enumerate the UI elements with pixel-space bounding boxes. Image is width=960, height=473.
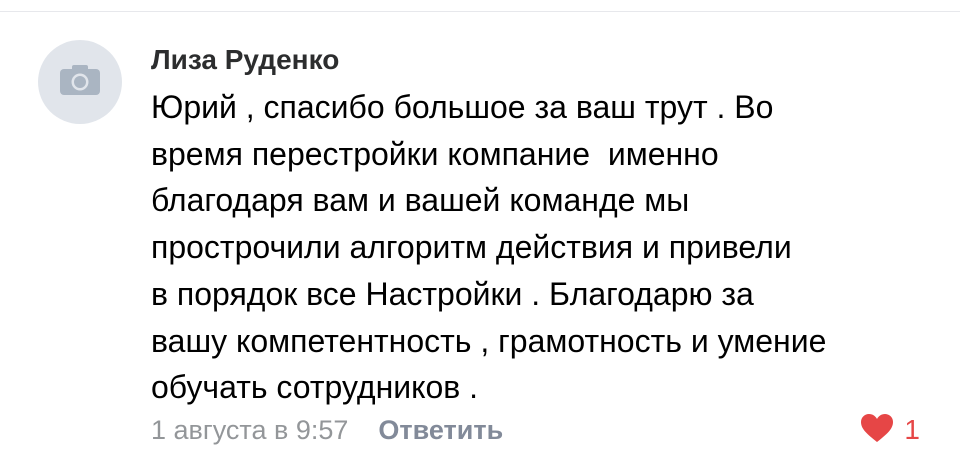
top-divider xyxy=(0,11,960,12)
comment-meta: 1 августа в 9:57 Ответить xyxy=(151,410,503,450)
avatar[interactable] xyxy=(38,40,122,124)
comment-line: Юрий , спасибо большое за ваш трут . Во xyxy=(151,89,774,125)
comment-line: время перестройки компание именно xyxy=(151,135,719,172)
comment-line: благодаря вам и вашей команде мы xyxy=(151,182,690,219)
like-button[interactable]: 1 xyxy=(860,410,920,450)
comment-author-name[interactable]: Лиза Руденко xyxy=(151,44,339,76)
heart-icon xyxy=(860,413,894,448)
comment-line: прострочили алгоритм действия и привели xyxy=(151,229,792,266)
comment-line: обучать сотрудников . xyxy=(151,369,479,406)
reply-button[interactable]: Ответить xyxy=(378,415,503,446)
comment-timestamp: 1 августа в 9:57 xyxy=(151,414,349,445)
like-count: 1 xyxy=(904,414,920,445)
comment-text: Юрий , спасибо большое за ваш трут . Во … xyxy=(151,84,941,411)
comment-line: вашу компетентность , грамотность и умен… xyxy=(151,322,827,359)
comment-line: в порядок все Настройки . Благодарю за xyxy=(151,275,754,312)
camera-icon xyxy=(59,64,101,101)
